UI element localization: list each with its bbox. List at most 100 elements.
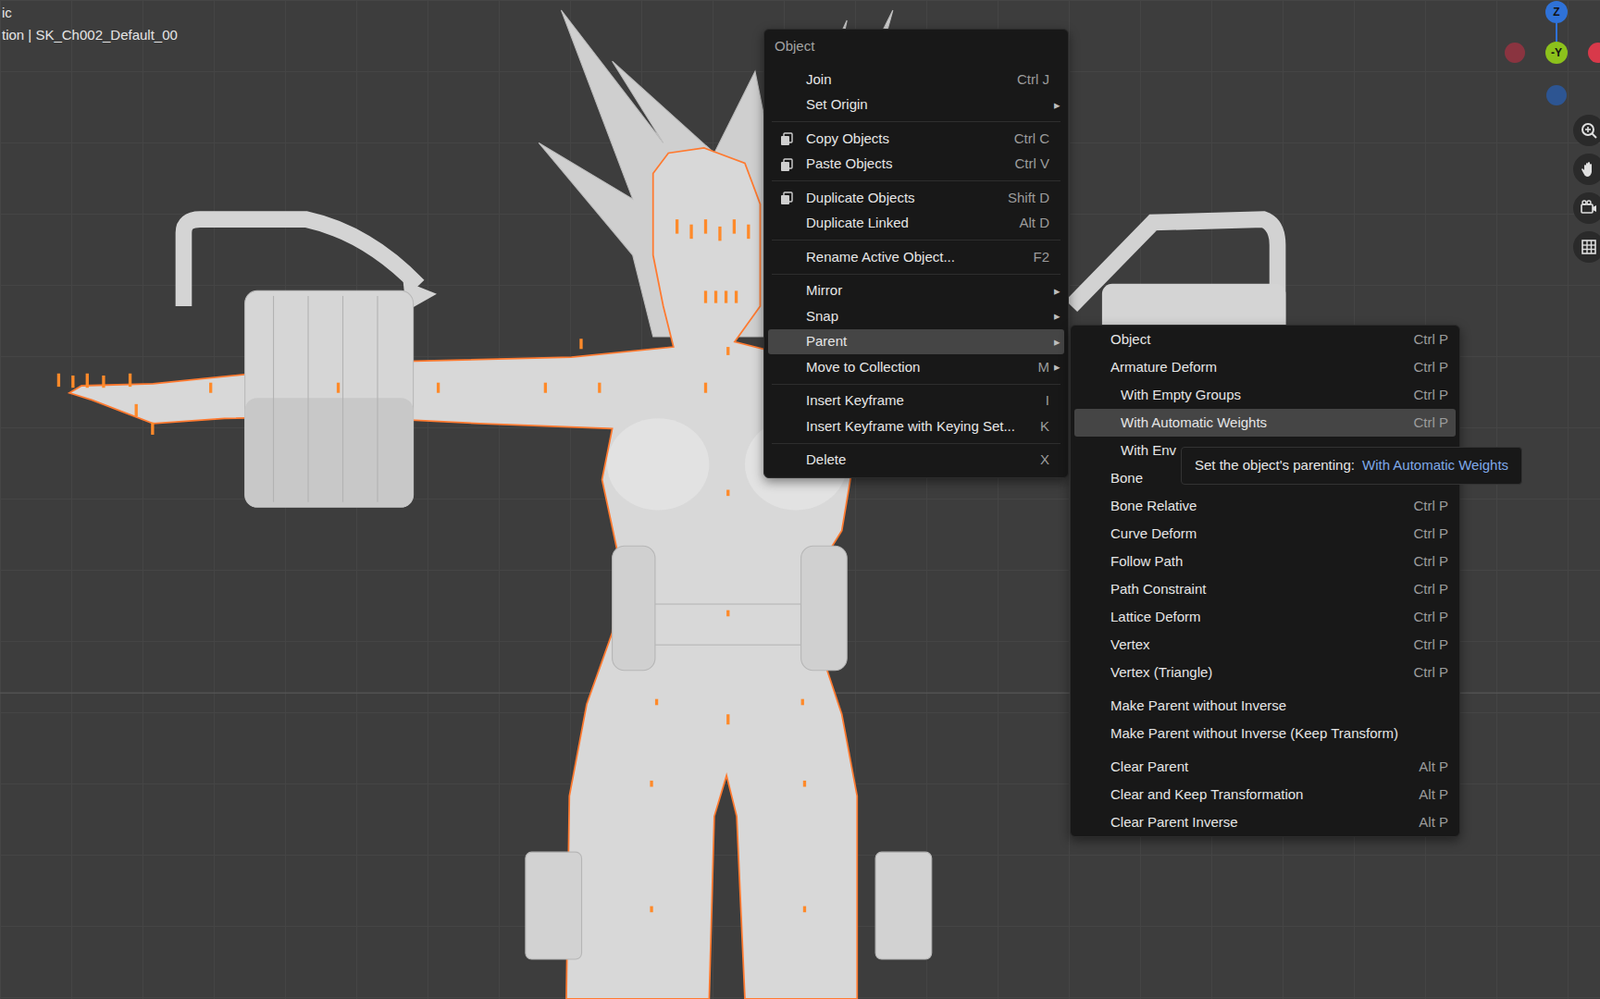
submenu-item-label: Vertex (Triangle) [1110, 662, 1213, 684]
menu-item-label: Parent [806, 331, 847, 353]
menu-item-label: Snap [806, 306, 839, 328]
submenu-item-shortcut: Ctrl P [1406, 329, 1450, 351]
menu-item[interactable]: Duplicate LinkedAlt D [768, 210, 1065, 237]
submenu-item[interactable]: Clear and Keep TransformationAlt P [1074, 781, 1456, 809]
submenu-item[interactable]: Make Parent without Inverse (Keep Transf… [1074, 719, 1456, 748]
menu-separator [764, 117, 1068, 126]
menu-item-label: Insert Keyframe with Keying Set... [806, 416, 1016, 438]
menu-item[interactable]: Set Origin▸ [768, 92, 1065, 119]
menu-item-label: Rename Active Object... [806, 247, 956, 269]
menu-item[interactable]: Move to CollectionM▸ [768, 354, 1065, 381]
submenu-item-shortcut: Ctrl P [1406, 551, 1450, 573]
menu-item[interactable]: Duplicate Objects Shift D [768, 185, 1065, 211]
menu-item-label: Join [806, 69, 832, 91]
submenu-item-shortcut: Ctrl P [1406, 496, 1450, 518]
menu-item[interactable]: Mirror ▸ [768, 278, 1065, 305]
menu-separator [764, 270, 1068, 279]
submenu-item-shortcut: Ctrl P [1406, 384, 1450, 407]
grid-icon[interactable] [1573, 231, 1600, 263]
menu-item-shortcut: Ctrl C [1006, 128, 1050, 150]
menu-item-label: Set Origin [806, 94, 869, 116]
submenu-item[interactable]: Armature DeformCtrl P [1074, 353, 1456, 382]
submenu-item-shortcut: Ctrl P [1406, 662, 1450, 684]
zoom-icon[interactable] [1573, 114, 1600, 147]
submenu-item[interactable]: Lattice Deform Ctrl P [1074, 603, 1456, 632]
submenu-item-label: Object [1110, 329, 1151, 351]
menu-item-label: Move to Collection [806, 357, 920, 379]
menu-item[interactable]: Rename Active Object...F2 [768, 244, 1065, 271]
submenu-item-shortcut: Ctrl P [1406, 607, 1450, 629]
gizmo-axis[interactable] [1504, 42, 1526, 63]
submenu-item[interactable]: Clear Parent Inverse Alt P [1074, 808, 1456, 837]
menu-separator [1070, 686, 1460, 693]
submenu-item[interactable]: Vertex (Triangle) Ctrl P [1074, 658, 1456, 687]
gizmo-axis[interactable] [1587, 42, 1600, 63]
menu-header: Object [764, 29, 1068, 63]
copy-icon [779, 190, 794, 206]
submenu-item-label: Follow Path [1110, 551, 1183, 573]
menu-item[interactable]: Snap ▸ [768, 303, 1065, 330]
gizmo-axis[interactable] [1546, 85, 1567, 106]
menu-item[interactable]: Paste ObjectsCtrl V [768, 151, 1065, 178]
menu-separator [764, 380, 1068, 389]
submenu-arrow: ▸ [1049, 282, 1065, 301]
menu-item[interactable]: Copy Objects Ctrl C [768, 125, 1065, 152]
copy-icon [779, 131, 794, 147]
menu-item-shortcut: Ctrl V [1007, 153, 1051, 175]
menu-item-label: Mirror [806, 280, 843, 302]
submenu-item-label: Curve Deform [1110, 523, 1197, 546]
submenu-item-label: Make Parent without Inverse (Keep Transf… [1110, 723, 1399, 745]
submenu-item[interactable]: Vertex Ctrl P [1074, 631, 1456, 659]
navigation-gizmo[interactable]: Z -Y [1499, 0, 1600, 112]
gizmo-axis[interactable]: Z [1545, 0, 1568, 24]
menu-item-shortcut: I [1038, 390, 1050, 412]
menu-item[interactable]: JoinCtrl J [768, 66, 1065, 93]
tooltip: Set the object's parenting:With Automati… [1180, 446, 1523, 485]
submenu-item[interactable]: With Empty Groups Ctrl P [1074, 381, 1456, 410]
submenu-item[interactable]: With Automatic WeightsCtrl P [1074, 409, 1456, 437]
gizmo-axis[interactable]: -Y [1545, 41, 1568, 64]
submenu-item[interactable]: Curve DeformCtrl P [1074, 520, 1456, 548]
submenu-item-shortcut: Ctrl P [1406, 579, 1450, 601]
submenu-item[interactable]: Follow Path Ctrl P [1074, 547, 1456, 576]
submenu-item[interactable]: Object Ctrl P [1074, 325, 1456, 354]
object-context-menu: ObjectJoinCtrl JSet Origin▸Copy ObjectsC… [763, 28, 1069, 479]
menu-item[interactable]: Insert Keyframe I [768, 388, 1065, 415]
submenu-arrow: ▸ [1049, 307, 1065, 326]
camera-icon[interactable] [1573, 192, 1600, 224]
submenu-item-label: Path Constraint [1110, 579, 1206, 601]
menu-item-label: Delete [806, 449, 846, 472]
3d-viewport[interactable]: iction | SK_Ch002_Default_00 Z -Y Object J… [0, 0, 1600, 999]
menu-item-shortcut: Alt D [1011, 212, 1050, 235]
axis-label: Z [1552, 6, 1560, 18]
menu-item-label: Duplicate Objects [806, 187, 916, 210]
submenu-item-label: With Env [1120, 440, 1177, 462]
menu-item-shortcut: Shift D [1000, 187, 1050, 210]
submenu-item[interactable]: Bone Relative Ctrl P [1074, 492, 1456, 521]
submenu-item-shortcut: Alt P [1411, 812, 1449, 834]
menu-item-label: Insert Keyframe [806, 390, 905, 412]
submenu-item-label: Clear Parent Inverse [1110, 812, 1239, 834]
submenu-item-label: Bone Relative [1110, 496, 1197, 518]
submenu-item-label: With Empty Groups [1120, 384, 1241, 407]
viewport-info-text: ic [1, 1, 178, 25]
submenu-item[interactable]: Path Constraint Ctrl P [1074, 575, 1456, 604]
copy-icon [779, 157, 794, 173]
menu-item-label: Copy Objects [806, 128, 890, 150]
submenu-item-label: Bone [1110, 468, 1143, 490]
axis-label: -Y [1550, 47, 1563, 59]
submenu-item-shortcut: Ctrl P [1406, 634, 1450, 657]
submenu-item-label: Lattice Deform [1110, 607, 1202, 629]
hand-icon[interactable] [1573, 153, 1600, 186]
submenu-item[interactable]: Clear ParentAlt P [1074, 753, 1456, 782]
menu-item[interactable]: DeleteX [768, 447, 1065, 474]
menu-item[interactable]: Parent▸ [768, 329, 1065, 356]
viewport-info-text: tion | SK_Ch002_Default_00 [1, 24, 178, 47]
menu-item-shortcut: K [1032, 416, 1050, 438]
menu-item[interactable]: Insert Keyframe with Keying Set... K [768, 413, 1065, 440]
menu-separator [764, 176, 1068, 186]
submenu-item[interactable]: Make Parent without Inverse [1074, 692, 1456, 720]
tooltip-label: Set the object's parenting: [1194, 455, 1355, 477]
submenu-item-label: Make Parent without Inverse [1110, 695, 1287, 718]
submenu-item-label: Vertex [1110, 634, 1151, 657]
